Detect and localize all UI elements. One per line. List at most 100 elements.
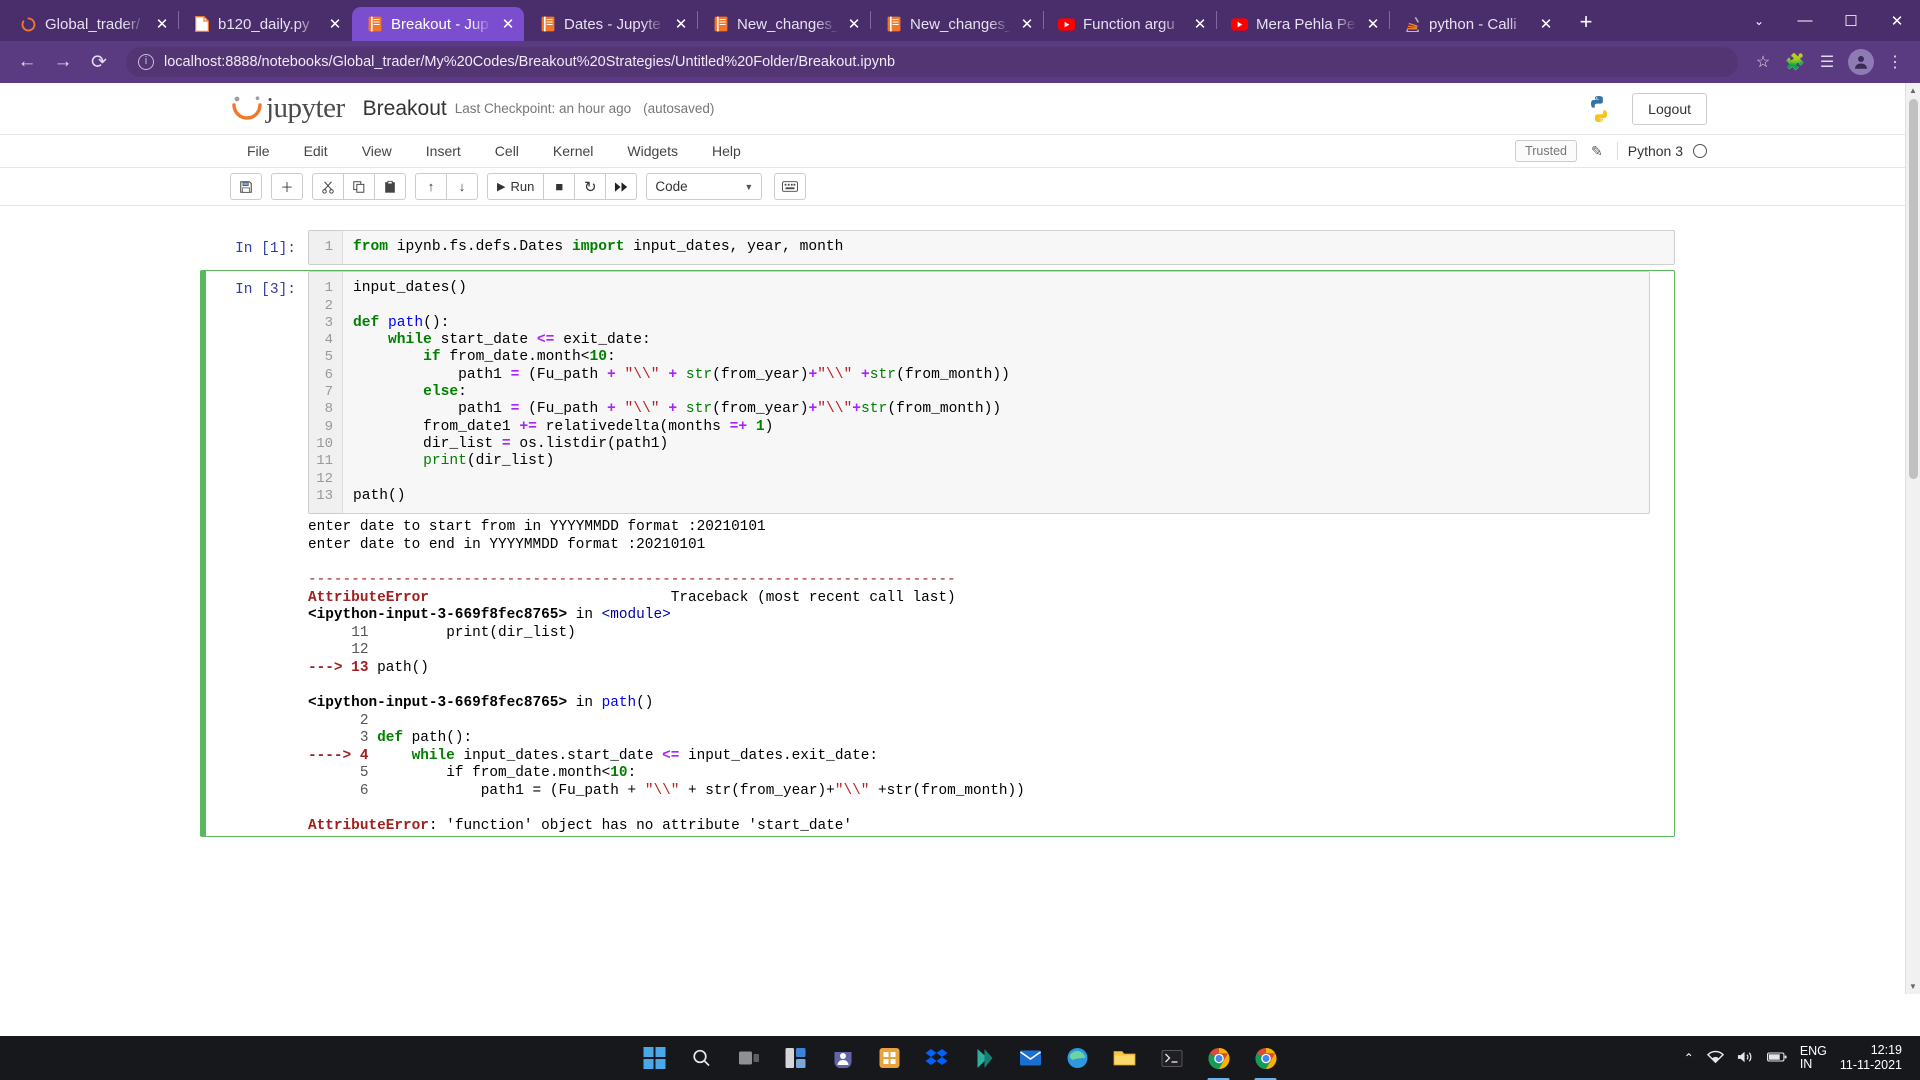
- battery-icon[interactable]: [1766, 1051, 1787, 1066]
- store-icon[interactable]: [873, 1041, 907, 1075]
- task-view-icon[interactable]: [732, 1041, 766, 1075]
- mail-icon[interactable]: [1014, 1041, 1048, 1075]
- close-window-button[interactable]: ✕: [1874, 0, 1920, 41]
- widgets-icon[interactable]: [779, 1041, 813, 1075]
- chrome-icon[interactable]: [1202, 1041, 1236, 1080]
- webex-icon[interactable]: [967, 1041, 1001, 1075]
- command-palette-button[interactable]: [774, 173, 807, 200]
- youtube-icon: [1231, 16, 1248, 33]
- back-icon[interactable]: ←: [10, 45, 44, 79]
- dropbox-icon[interactable]: [920, 1041, 954, 1075]
- move-cell-down-button[interactable]: ↓: [446, 173, 478, 200]
- menu-help[interactable]: Help: [695, 135, 758, 168]
- browser-tab[interactable]: New_changes_ ✕: [871, 7, 1043, 41]
- tab-title: Global_trader/: [45, 15, 141, 33]
- browser-tab[interactable]: Mera Pehla Pe ✕: [1217, 7, 1389, 41]
- code-editor[interactable]: input_dates() def path(): while start_da…: [343, 272, 1649, 513]
- line-number: 11: [316, 453, 333, 470]
- browser-tab[interactable]: python - Calli ✕: [1390, 7, 1562, 41]
- browser-tab[interactable]: Dates - Jupyte ✕: [525, 7, 697, 41]
- paste-cell-button[interactable]: [374, 173, 406, 200]
- page-viewport: jupyter Breakout Last Checkpoint: an hou…: [0, 83, 1920, 994]
- tab-close-icon[interactable]: ✕: [154, 15, 170, 33]
- browser-tab[interactable]: Global_trader/ ✕: [6, 7, 178, 41]
- reload-icon[interactable]: ⟳: [82, 45, 116, 79]
- copy-cell-button[interactable]: [343, 173, 375, 200]
- language-indicator[interactable]: ENG IN: [1800, 1045, 1827, 1071]
- tab-close-icon[interactable]: ✕: [1365, 15, 1381, 33]
- new-tab-button[interactable]: +: [1572, 9, 1600, 35]
- tab-close-icon[interactable]: ✕: [673, 15, 689, 33]
- edit-pencil-icon[interactable]: ✎: [1587, 143, 1607, 160]
- profile-avatar[interactable]: [1848, 49, 1874, 75]
- reading-list-icon[interactable]: ☰: [1812, 47, 1842, 77]
- extensions-icon[interactable]: 🧩: [1780, 47, 1810, 77]
- notebook-cell-list: In [1]: 1 from ipynb.fs.defs.Dates impor…: [0, 206, 1905, 837]
- run-cell-button[interactable]: ▶ Run: [487, 173, 545, 200]
- chrome-icon-2[interactable]: [1249, 1041, 1283, 1080]
- jupyter-logo[interactable]: jupyter: [230, 92, 345, 125]
- terminal-icon[interactable]: [1155, 1041, 1189, 1075]
- scrollbar-thumb[interactable]: [1909, 99, 1918, 479]
- restart-kernel-button[interactable]: ↻: [574, 173, 607, 200]
- show-hidden-icons-icon[interactable]: ⌃: [1684, 1051, 1694, 1065]
- windows-start-icon[interactable]: [638, 1041, 672, 1075]
- scroll-down-arrow-icon[interactable]: ▼: [1906, 979, 1920, 994]
- scroll-up-arrow-icon[interactable]: ▲: [1906, 83, 1920, 98]
- info-icon[interactable]: i: [138, 54, 154, 70]
- save-button[interactable]: [230, 173, 262, 200]
- edge-icon[interactable]: [1061, 1041, 1095, 1075]
- menu-kernel[interactable]: Kernel: [536, 135, 610, 168]
- menubar-right-group: Trusted ✎ Python 3: [1515, 140, 1707, 162]
- run-play-icon: ▶: [497, 181, 506, 193]
- chevron-down-icon: ▼: [744, 181, 754, 192]
- cell-type-select[interactable]: Code ▼: [646, 173, 763, 200]
- browser-tab[interactable]: Function argu ✕: [1044, 7, 1216, 41]
- tab-close-icon[interactable]: ✕: [1192, 15, 1208, 33]
- menu-file[interactable]: File: [230, 135, 287, 168]
- cell-input-area[interactable]: 1 2 3 4 5 6 7 8 9 10 11 12 13 input_dates() def path…: [308, 271, 1650, 515]
- minimize-button[interactable]: —: [1782, 0, 1828, 41]
- menu-insert[interactable]: Insert: [409, 135, 478, 168]
- jupyter-notebook-page: jupyter Breakout Last Checkpoint: an hou…: [0, 83, 1905, 994]
- interrupt-kernel-button[interactable]: ■: [543, 173, 576, 200]
- youtube-icon: [1058, 16, 1075, 33]
- browser-tab[interactable]: New_changes_ ✕: [698, 7, 870, 41]
- cell-input-area[interactable]: 1 from ipynb.fs.defs.Dates import input_…: [308, 230, 1675, 266]
- code-editor[interactable]: from ipynb.fs.defs.Dates import input_da…: [343, 231, 1674, 264]
- volume-icon[interactable]: [1737, 1050, 1754, 1067]
- menu-edit[interactable]: Edit: [287, 135, 345, 168]
- menu-widgets[interactable]: Widgets: [610, 135, 695, 168]
- notebook-name[interactable]: Breakout: [363, 97, 447, 121]
- address-bar[interactable]: i localhost:8888/notebooks/Global_trader…: [126, 47, 1738, 77]
- tab-close-icon[interactable]: ✕: [1538, 15, 1554, 33]
- notebook-cell-selected[interactable]: In [3]: 1 2 3 4 5 6 7 8 9 10 11 12 13 input_dates() …: [200, 270, 1675, 837]
- insert-cell-group: ＋: [271, 173, 303, 200]
- browser-tab[interactable]: Breakout - Jup ✕: [352, 7, 524, 41]
- wifi-icon[interactable]: [1706, 1050, 1724, 1067]
- file-explorer-icon[interactable]: [1108, 1041, 1142, 1075]
- tab-close-icon[interactable]: ✕: [846, 15, 862, 33]
- maximize-button[interactable]: ☐: [1828, 0, 1874, 41]
- teams-icon[interactable]: [826, 1041, 860, 1075]
- tab-close-icon[interactable]: ✕: [327, 15, 343, 33]
- tab-close-icon[interactable]: ✕: [1019, 15, 1035, 33]
- cut-cell-button[interactable]: [312, 173, 344, 200]
- page-scrollbar[interactable]: ▲ ▼: [1905, 83, 1920, 994]
- notebook-cell[interactable]: In [1]: 1 from ipynb.fs.defs.Dates impor…: [0, 230, 1905, 266]
- tab-close-icon[interactable]: ✕: [500, 15, 516, 33]
- tab-search-icon[interactable]: ⌄: [1736, 0, 1782, 41]
- forward-icon[interactable]: →: [46, 45, 80, 79]
- restart-run-all-button[interactable]: [605, 173, 638, 200]
- clock[interactable]: 12:19 11-11-2021: [1840, 1043, 1902, 1073]
- menu-cell[interactable]: Cell: [478, 135, 536, 168]
- search-icon[interactable]: [685, 1041, 719, 1075]
- jupyter-icon: [539, 16, 556, 33]
- move-cell-up-button[interactable]: ↑: [415, 173, 447, 200]
- star-icon[interactable]: ☆: [1748, 47, 1778, 77]
- menu-icon[interactable]: ⋮: [1880, 47, 1910, 77]
- menu-view[interactable]: View: [345, 135, 409, 168]
- add-cell-button[interactable]: ＋: [271, 173, 303, 200]
- logout-button[interactable]: Logout: [1632, 92, 1707, 125]
- browser-tab[interactable]: b120_daily.py ✕: [179, 7, 351, 41]
